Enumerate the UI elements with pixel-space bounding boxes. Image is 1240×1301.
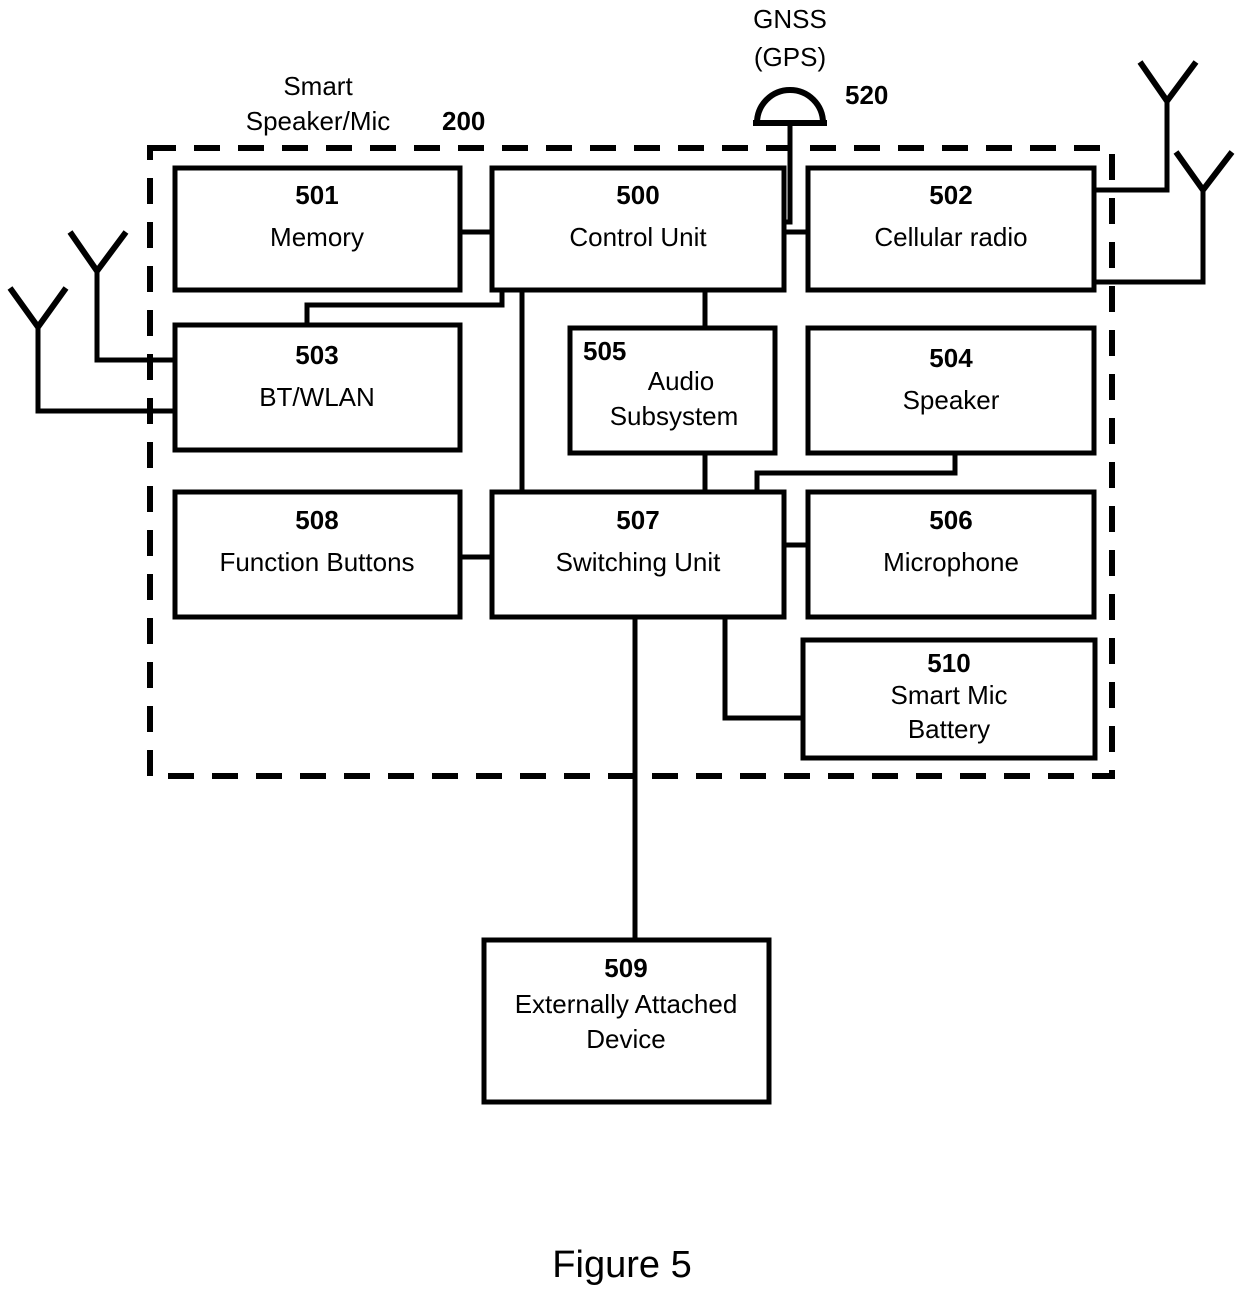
block-501-ref: 501 <box>295 180 338 210</box>
block-504-speaker[interactable]: 504 Speaker <box>805 325 1097 456</box>
block-504-ref: 504 <box>929 343 973 373</box>
block-510-ref: 510 <box>927 648 970 678</box>
block-509-ref: 509 <box>604 953 647 983</box>
gnss-ref-520: 520 <box>845 80 888 110</box>
block-507-ref: 507 <box>616 505 659 535</box>
block-503-bt-wlan[interactable]: 503 BT/WLAN <box>172 322 463 453</box>
block-502-label: Cellular radio <box>874 222 1027 252</box>
block-508-label: Function Buttons <box>219 547 414 577</box>
dipole-antenna-icon-btwlan-1 <box>67 230 175 363</box>
block-501-label: Memory <box>270 222 364 252</box>
block-509-label: Externally Attached <box>515 989 738 1019</box>
block-505-label2: Subsystem <box>610 401 739 431</box>
block-506-label: Microphone <box>883 547 1019 577</box>
enclosure-label-line1: Smart <box>283 71 353 101</box>
block-503-label: BT/WLAN <box>259 382 375 412</box>
block-505-label: Audio <box>648 366 715 396</box>
block-504-label: Speaker <box>903 385 1000 415</box>
wire-switching-battery <box>722 617 803 721</box>
block-500-control-unit[interactable]: 500 Control Unit <box>489 165 787 293</box>
enclosure-label-line2: Speaker/Mic <box>246 106 391 136</box>
block-500-ref: 500 <box>616 180 659 210</box>
block-509-externally-attached-device[interactable]: 509 Externally Attached Device <box>481 937 772 1105</box>
enclosure-ref-200: 200 <box>442 106 485 136</box>
block-506-ref: 506 <box>929 505 972 535</box>
wire-speaker-switching <box>754 453 958 492</box>
block-502-ref: 502 <box>929 180 972 210</box>
wire-control-btwlan <box>304 290 505 325</box>
block-507-switching-unit[interactable]: 507 Switching Unit <box>489 489 787 620</box>
block-510-label2: Battery <box>908 714 990 744</box>
block-505-ref: 505 <box>583 336 626 366</box>
figure-caption: Figure 5 <box>552 1244 691 1286</box>
block-510-smart-mic-battery[interactable]: 510 Smart Mic Battery <box>800 637 1098 761</box>
block-507-label: Switching Unit <box>556 547 722 577</box>
block-501-memory[interactable]: 501 Memory <box>172 165 463 293</box>
block-508-function-buttons[interactable]: 508 Function Buttons <box>172 489 463 620</box>
block-508-ref: 508 <box>295 505 338 535</box>
block-diagram: Smart Speaker/Mic 200 GNSS (GPS) 520 501… <box>7 4 1235 1286</box>
block-502-cellular-radio[interactable]: 502 Cellular radio <box>805 165 1097 293</box>
block-505-audio-subsystem[interactable]: 505 Audio Subsystem <box>567 325 778 456</box>
block-506-microphone[interactable]: 506 Microphone <box>805 489 1097 620</box>
block-510-label: Smart Mic <box>891 680 1008 710</box>
dipole-antenna-icon-btwlan-2 <box>7 286 175 414</box>
gnss-label-line2: (GPS) <box>754 42 826 72</box>
block-503-ref: 503 <box>295 340 338 370</box>
block-509-label2: Device <box>586 1024 665 1054</box>
figure-5-root: Smart Speaker/Mic 200 GNSS (GPS) 520 501… <box>0 0 1240 1301</box>
gnss-label-line1: GNSS <box>753 4 827 34</box>
block-500-label: Control Unit <box>569 222 707 252</box>
